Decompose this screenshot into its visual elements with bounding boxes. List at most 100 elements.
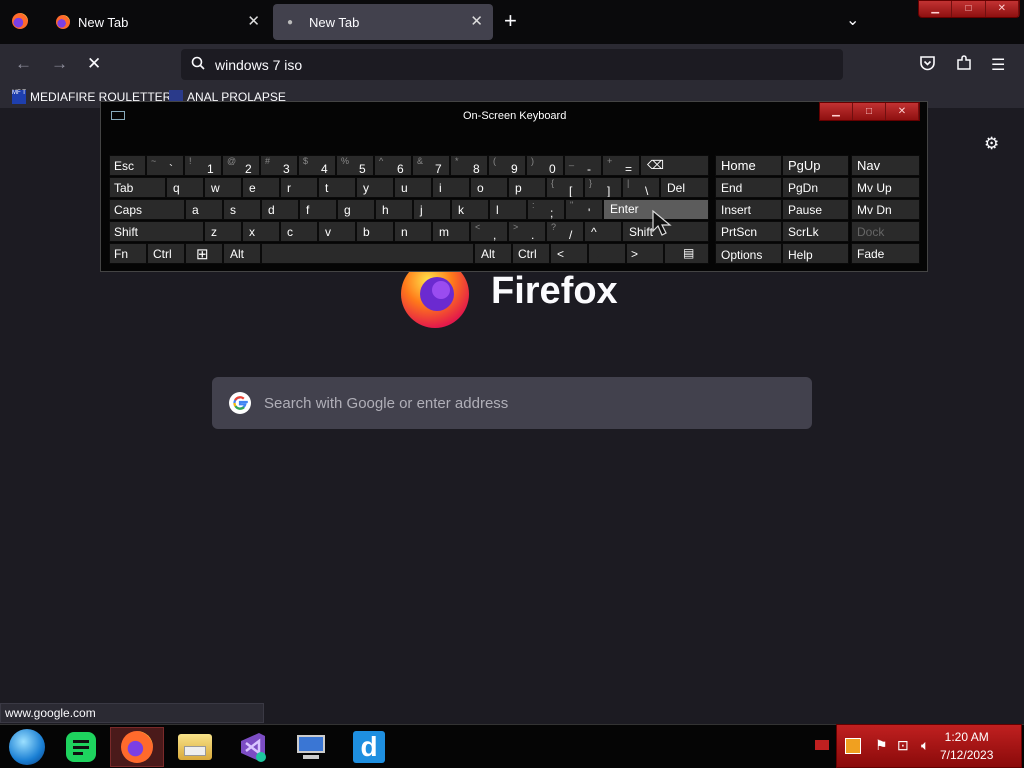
key-quote[interactable]: " ' xyxy=(565,199,603,220)
key-equals[interactable]: + = xyxy=(602,155,640,176)
key-caps[interactable]: Caps xyxy=(109,199,185,220)
key-w[interactable]: w xyxy=(204,177,242,198)
osk-close-button[interactable]: ✕ xyxy=(886,103,919,120)
key-n[interactable]: n xyxy=(394,221,432,242)
firefox-menu-icon[interactable] xyxy=(12,13,28,29)
key-t[interactable]: t xyxy=(318,177,356,198)
key-3[interactable]: #3 xyxy=(260,155,298,176)
settings-gear-icon[interactable]: ⚙ xyxy=(984,134,999,154)
taskbar-firefox[interactable] xyxy=(110,727,164,767)
key-o[interactable]: o xyxy=(470,177,508,198)
key-m[interactable]: m xyxy=(432,221,470,242)
key-c[interactable]: c xyxy=(280,221,318,242)
key-0[interactable]: ) 0 xyxy=(526,155,564,176)
close-tab-icon[interactable]: ✕ xyxy=(247,12,260,30)
key-options[interactable]: Options xyxy=(715,243,782,264)
url-input[interactable]: windows 7 iso xyxy=(215,57,302,73)
app-menu-hamburger-icon[interactable]: ☰ xyxy=(991,55,1005,75)
key-minus[interactable]: _ - xyxy=(564,155,602,176)
key-x[interactable]: x xyxy=(242,221,280,242)
key-alt-right[interactable]: Alt xyxy=(474,243,512,264)
key-backtick[interactable]: ~ ` xyxy=(146,155,184,176)
close-window-button[interactable]: ✕ xyxy=(986,1,1019,17)
clock[interactable]: 1:20 AM 7/12/2023 xyxy=(940,728,993,764)
key-comma[interactable]: <, xyxy=(470,221,508,242)
start-orb-button[interactable] xyxy=(0,727,54,767)
back-arrow-icon[interactable]: ← xyxy=(15,54,32,74)
key-right-arrow[interactable]: > xyxy=(626,243,664,264)
tab-new-tab-1[interactable]: New Tab ✕ xyxy=(44,4,270,40)
key-5[interactable]: % 5 xyxy=(336,155,374,176)
stop-loading-icon[interactable]: ✕ xyxy=(87,54,101,74)
key-insert[interactable]: Insert xyxy=(715,199,782,220)
key-move-down[interactable]: Mv Dn xyxy=(851,199,920,220)
key-shift-left[interactable]: Shift xyxy=(109,221,204,242)
key-p[interactable]: p xyxy=(508,177,546,198)
osk-maximize-button[interactable]: □ xyxy=(853,103,886,120)
key-esc[interactable]: Esc xyxy=(109,155,146,176)
key-g[interactable]: g xyxy=(337,199,375,220)
volume-icon[interactable]: 🔈︎ xyxy=(921,737,929,754)
key-fade[interactable]: Fade xyxy=(851,243,920,264)
key-a[interactable]: a xyxy=(185,199,223,220)
network-icon[interactable]: ⊡ xyxy=(897,737,909,754)
key-d[interactable]: d xyxy=(261,199,299,220)
key-4[interactable]: $4 xyxy=(298,155,336,176)
taskbar-notes-app[interactable] xyxy=(54,727,108,767)
key-alt-left[interactable]: Alt xyxy=(223,243,261,264)
key-h[interactable]: h xyxy=(375,199,413,220)
action-center-flag-icon[interactable]: ⚑ xyxy=(875,737,888,754)
maximize-button[interactable]: □ xyxy=(952,1,986,17)
minimize-button[interactable]: ▁ xyxy=(919,1,953,17)
key-period[interactable]: >. xyxy=(508,221,546,242)
key-menu[interactable]: ▤ xyxy=(664,243,709,264)
pocket-icon[interactable] xyxy=(919,55,936,76)
key-tab[interactable]: Tab xyxy=(109,177,166,198)
key-help[interactable]: Help xyxy=(782,243,849,264)
key-z[interactable]: z xyxy=(204,221,242,242)
forward-arrow-icon[interactable]: → xyxy=(51,54,68,74)
key-left-bracket[interactable]: {[ xyxy=(546,177,584,198)
key-8[interactable]: * 8 xyxy=(450,155,488,176)
key-s[interactable]: s xyxy=(223,199,261,220)
key-k[interactable]: k xyxy=(451,199,489,220)
key-y[interactable]: y xyxy=(356,177,394,198)
key-j[interactable]: j xyxy=(413,199,451,220)
url-bar[interactable]: windows 7 iso xyxy=(181,49,843,80)
tray-app-icon[interactable] xyxy=(845,738,861,754)
extensions-puzzle-icon[interactable] xyxy=(956,55,972,76)
key-scrlk[interactable]: ScrLk xyxy=(782,221,849,242)
key-pgdn[interactable]: PgDn xyxy=(782,177,849,198)
key-end[interactable]: End xyxy=(715,177,782,198)
key-backslash[interactable]: | \ xyxy=(622,177,660,198)
key-semicolon[interactable]: :; xyxy=(527,199,565,220)
key-9[interactable]: (9 xyxy=(488,155,526,176)
key-1[interactable]: ! 1 xyxy=(184,155,222,176)
taskbar-file-explorer[interactable] xyxy=(168,727,222,767)
key-backspace[interactable]: ⌫ xyxy=(640,155,709,176)
key-prtscn[interactable]: PrtScn xyxy=(715,221,782,242)
key-v[interactable]: v xyxy=(318,221,356,242)
key-b[interactable]: b xyxy=(356,221,394,242)
key-down-arrow[interactable]: v xyxy=(588,243,626,264)
key-q[interactable]: q xyxy=(166,177,204,198)
key-u[interactable]: u xyxy=(394,177,432,198)
key-left-arrow[interactable]: < xyxy=(550,243,588,264)
taskbar-d-app[interactable]: d xyxy=(342,727,396,767)
key-7[interactable]: & 7 xyxy=(412,155,450,176)
tray-overflow-icon[interactable] xyxy=(815,740,829,750)
key-6[interactable]: ^ 6 xyxy=(374,155,412,176)
key-pgup[interactable]: PgUp xyxy=(782,155,849,176)
key-home[interactable]: Home xyxy=(715,155,782,176)
close-tab-icon[interactable]: ✕ xyxy=(470,12,483,30)
key-fn[interactable]: Fn xyxy=(109,243,147,264)
key-spacebar[interactable] xyxy=(261,243,474,264)
taskbar-remote-desktop[interactable] xyxy=(284,727,338,767)
google-search-box[interactable]: Search with Google or enter address xyxy=(212,377,812,429)
key-r[interactable]: r xyxy=(280,177,318,198)
key-ctrl-right[interactable]: Ctrl xyxy=(512,243,550,264)
key-del[interactable]: Del xyxy=(660,177,709,198)
key-ctrl-left[interactable]: Ctrl xyxy=(147,243,185,264)
key-e[interactable]: e xyxy=(242,177,280,198)
tab-new-tab-2[interactable]: ● New Tab ✕ xyxy=(273,4,493,40)
